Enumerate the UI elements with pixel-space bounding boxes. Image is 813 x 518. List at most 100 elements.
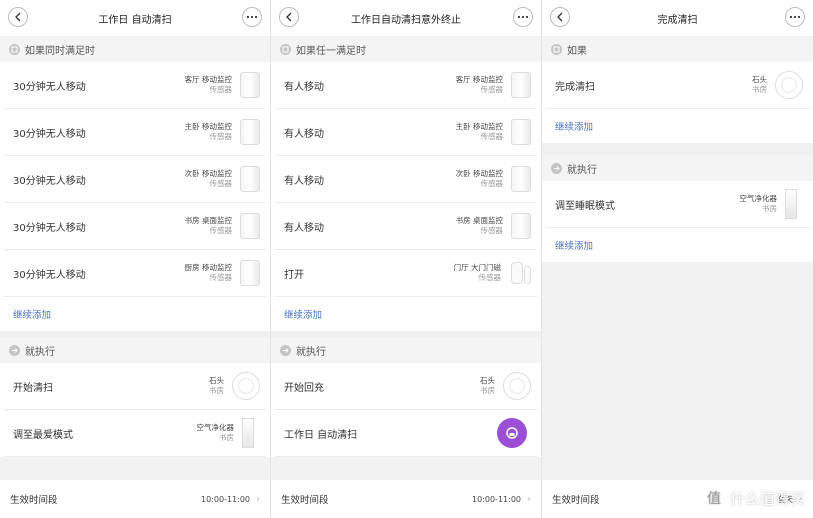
condition-row[interactable]: 30分钟无人移动 厨房 移动监控 传感器 (4, 250, 266, 297)
condition-label: 有人移动 (284, 81, 324, 93)
device-type: 传感器 (478, 273, 502, 282)
chevron-left-icon (286, 12, 292, 22)
watermark: 值 什么值得买 (701, 486, 805, 510)
robot-vacuum-icon (503, 372, 531, 400)
device-name: 主卧 移动监控 (184, 122, 232, 131)
action-header-label: 就执行 (296, 346, 326, 358)
back-button[interactable] (550, 7, 570, 27)
scene-shortcut-button[interactable] (497, 418, 527, 448)
robot-vacuum-icon (232, 372, 260, 400)
device-name: 主卧 移动监控 (455, 122, 503, 131)
motion-sensor-icon (240, 260, 260, 286)
scene-panel-3: 完成清扫 如果 完成清扫 石头 书房 继续添加 就执行 调至睡眠模式 空气净化器… (542, 0, 813, 518)
condition-label: 有人移动 (284, 128, 324, 140)
condition-row[interactable]: 打开 门厅 大门门磁 传感器 (275, 250, 537, 297)
device-name: 门厅 大门门磁 (453, 263, 501, 272)
condition-label: 有人移动 (284, 222, 324, 234)
arrow-right-icon (551, 162, 562, 174)
watermark-logo-icon: 值 (701, 486, 726, 510)
device-type: 传感器 (209, 179, 233, 188)
scene-panel-2: 工作日自动清扫意外终止 如果任一满足时 有人移动 客厅 移动监控 传感器 有人移动… (271, 0, 541, 518)
condition-list: 30分钟无人移动 客厅 移动监控 传感器 30分钟无人移动 主卧 移动监控 传感器 … (0, 62, 270, 331)
chevron-left-icon (557, 12, 563, 22)
device-name: 书房 桌面监控 (455, 216, 503, 225)
device-name: 书房 桌面监控 (184, 216, 232, 225)
scene-panel-1: 工作日 自动清扫 如果同时满足时 30分钟无人移动 客厅 移动监控 传感器 30分… (0, 0, 270, 518)
condition-row[interactable]: 有人移动 客厅 移动监控 传感器 (275, 62, 537, 109)
action-row[interactable]: 工作日 自动清扫 (275, 410, 537, 457)
motion-sensor-icon (240, 119, 260, 145)
motion-sensor-icon (240, 213, 260, 239)
condition-row[interactable]: 完成清扫 石头 书房 (546, 62, 809, 109)
device-room: 书房 (762, 204, 777, 213)
device-type: 传感器 (480, 179, 504, 188)
more-button[interactable] (242, 7, 262, 27)
condition-row[interactable]: 30分钟无人移动 客厅 移动监控 传感器 (4, 62, 266, 109)
back-button[interactable] (8, 7, 28, 27)
condition-header: 如果 (542, 36, 813, 62)
action-row[interactable]: 开始回充 石头 书房 (275, 363, 537, 410)
back-button[interactable] (279, 7, 299, 27)
add-condition-link[interactable]: 继续添加 (271, 297, 541, 331)
motion-sensor-icon (240, 72, 260, 98)
header: 工作日 自动清扫 (0, 0, 270, 36)
arrow-right-icon (9, 344, 20, 356)
condition-row[interactable]: 有人移动 主卧 移动监控 传感器 (275, 109, 537, 156)
more-dots-icon (246, 15, 258, 19)
device-name: 空气净化器 (196, 423, 235, 432)
more-button[interactable] (513, 7, 533, 27)
condition-label: 打开 (284, 269, 304, 281)
device-name: 空气净化器 (739, 194, 778, 203)
condition-row[interactable]: 30分钟无人移动 主卧 移动监控 传感器 (4, 109, 266, 156)
condition-label: 30分钟无人移动 (13, 175, 86, 187)
device-type: 传感器 (480, 85, 504, 94)
action-label: 开始清扫 (13, 382, 53, 394)
device-name: 客厅 移动监控 (455, 75, 503, 84)
condition-label: 30分钟无人移动 (13, 269, 86, 281)
device-name: 石头 (480, 376, 495, 385)
condition-label: 30分钟无人移动 (13, 81, 86, 93)
arrow-right-icon (280, 344, 291, 356)
device-room: 书房 (480, 386, 495, 395)
condition-header-label: 如果任一满足时 (296, 45, 366, 57)
action-row[interactable]: 调至最爱模式 空气净化器 书房 (4, 410, 266, 457)
condition-header: 如果同时满足时 (0, 36, 270, 62)
header: 完成清扫 (542, 0, 813, 36)
condition-row[interactable]: 30分钟无人移动 书房 桌面监控 传感器 (4, 203, 266, 250)
motion-sensor-icon (511, 166, 531, 192)
robot-vacuum-icon (775, 71, 803, 99)
action-list: 调至睡眠模式 空气净化器 书房 继续添加 (542, 181, 813, 262)
more-button[interactable] (785, 7, 805, 27)
scene-icon (506, 427, 518, 439)
action-row[interactable]: 开始清扫 石头 书房 (4, 363, 266, 410)
screens: 工作日 自动清扫 如果同时满足时 30分钟无人移动 客厅 移动监控 传感器 30分… (0, 0, 813, 518)
motion-sensor-icon (511, 213, 531, 239)
active-time-label: 生效时间段 (552, 495, 600, 506)
action-label: 工作日 自动清扫 (284, 429, 358, 441)
active-time-row[interactable]: 生效时间段 10:00-11:00 › (0, 480, 270, 518)
device-name: 石头 (209, 376, 224, 385)
page-title: 工作日自动清扫意外终止 (351, 14, 461, 26)
add-action-link[interactable]: 继续添加 (542, 228, 813, 262)
action-row[interactable]: 调至睡眠模式 空气净化器 书房 (546, 181, 809, 228)
device-name: 石头 (752, 75, 767, 84)
door-sensor-icon (509, 262, 531, 284)
page-title: 工作日 自动清扫 (98, 14, 172, 26)
add-condition-link[interactable]: 继续添加 (542, 109, 813, 143)
divider (542, 143, 813, 155)
condition-row[interactable]: 30分钟无人移动 次卧 移动监控 传感器 (4, 156, 266, 203)
device-type: 传感器 (209, 273, 233, 282)
action-header-label: 就执行 (25, 346, 55, 358)
chevron-left-icon (15, 12, 21, 22)
action-list: 开始回充 石头 书房 工作日 自动清扫 (271, 363, 541, 457)
condition-row[interactable]: 有人移动 书房 桌面监控 传感器 (275, 203, 537, 250)
chevron-right-icon: › (527, 493, 531, 505)
condition-list: 完成清扫 石头 书房 继续添加 (542, 62, 813, 143)
air-purifier-icon (785, 189, 797, 219)
device-name: 次卧 移动监控 (184, 169, 232, 178)
condition-icon (280, 43, 291, 55)
condition-row[interactable]: 有人移动 次卧 移动监控 传感器 (275, 156, 537, 203)
add-condition-link[interactable]: 继续添加 (0, 297, 270, 331)
active-time-row[interactable]: 生效时间段 10:00-11:00 › (271, 480, 541, 518)
active-time-label: 生效时间段 (10, 495, 58, 506)
